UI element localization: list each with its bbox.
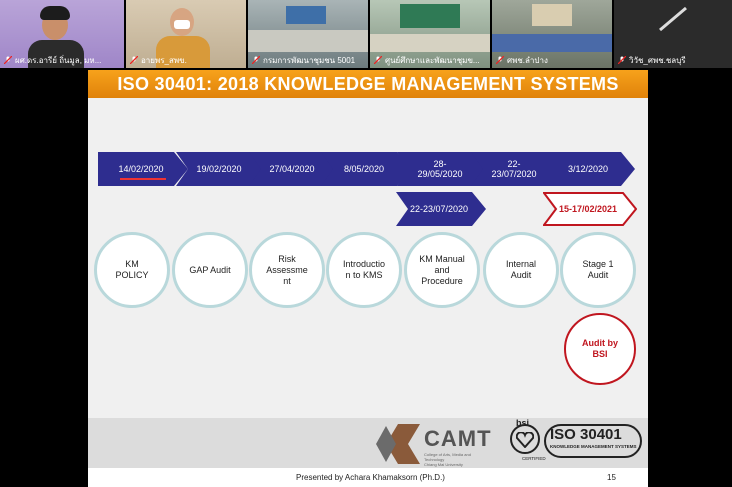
date-label: 28- 29/05/2020: [417, 159, 463, 179]
slide-title: ISO 30401: 2018 KNOWLEDGE MANAGEMENT SYS…: [88, 70, 648, 98]
audit-by-bsi-circle: Audit by BSI: [564, 313, 636, 385]
participant-name: กรมการพัฒนาชุมชน 5001: [263, 55, 356, 65]
participant-name: วิวัช_ศพช.ชลบุรี: [629, 55, 686, 65]
participant-tile-2[interactable]: อายพร_สพข.: [126, 0, 248, 68]
participant-tile-5[interactable]: ศพช.ลำปาง: [492, 0, 614, 68]
mic-muted-icon: [4, 56, 12, 64]
date-label: 22-23/07/2020: [409, 204, 469, 214]
date-chevron-red: 15-17/02/2021: [543, 192, 637, 226]
process-step-3: Risk Assessme nt: [249, 232, 325, 308]
participant-tile-3[interactable]: กรมการพัฒนาชุมชน 5001: [248, 0, 370, 68]
date-label: 19/02/2020: [196, 164, 242, 174]
page-number: 15: [607, 473, 616, 482]
mic-muted-icon: [496, 56, 504, 64]
certified-text: CERTIFIED: [522, 456, 546, 461]
kitemark-heart-icon: [516, 432, 534, 448]
iso-text: ISO 30401: [550, 426, 622, 443]
bsi-text: bsi: [516, 418, 530, 428]
step-label: KM POLICY: [115, 259, 149, 280]
participant-name: อายพร_สพข.: [141, 55, 187, 65]
date-chevron-extra: 22-23/07/2020: [396, 192, 486, 226]
logo-band: CAMT College of Arts, Media and Technolo…: [88, 418, 648, 468]
mic-muted-icon: [130, 56, 138, 64]
step-label: Internal Audit: [505, 259, 537, 280]
iso-subtext: KNOWLEDGE MANAGEMENT SYSTEMS: [550, 444, 637, 449]
process-step-7: Stage 1 Audit: [560, 232, 636, 308]
camt-logo-subtext: College of Arts, Media and Technology Ch…: [424, 452, 471, 467]
process-step-5: KM Manual and Procedure: [404, 232, 480, 308]
date-label: 3/12/2020: [567, 164, 609, 174]
slide-body: 14/02/2020 19/02/2020 27/04/2020 8/05/2020 2…: [88, 98, 648, 418]
date-chevron-1: 14/02/2020: [98, 152, 188, 186]
participant-tile-4[interactable]: ศูนย์ศึกษาและพัฒนาชุมข...: [370, 0, 492, 68]
participant-strip: ผศ.ดร.อารีย์ ถิ่นมูล, มห... อายพร_สพข. ก…: [0, 0, 732, 68]
participant-tile-1[interactable]: ผศ.ดร.อารีย์ ถิ่นมูล, มห...: [0, 0, 126, 68]
process-step-4: Introductio n to KMS: [326, 232, 402, 308]
date-chevron-7: 3/12/2020: [545, 152, 635, 186]
camt-logo-icon: [376, 424, 420, 464]
date-label: 27/04/2020: [269, 164, 315, 174]
step-label: GAP Audit: [189, 264, 231, 275]
participant-tile-6[interactable]: วิวัช_ศพช.ชลบุรี: [614, 0, 732, 68]
process-step-2: GAP Audit: [172, 232, 248, 308]
process-step-6: Internal Audit: [483, 232, 559, 308]
step-label: Introductio n to KMS: [342, 259, 386, 280]
audit-bsi-label: Audit by BSI: [582, 338, 618, 359]
participant-name: ศูนย์ศึกษาและพัฒนาชุมข...: [385, 55, 480, 65]
step-label: Stage 1 Audit: [582, 259, 614, 280]
video-off-icon: [659, 6, 687, 32]
date-underline: [120, 178, 166, 180]
process-step-1: KM POLICY: [94, 232, 170, 308]
date-label: 14/02/2020: [118, 164, 164, 174]
date-label: 8/05/2020: [343, 164, 385, 174]
mic-muted-icon: [618, 56, 626, 64]
date-label: 15-17/02/2021: [558, 204, 618, 214]
participant-name: ศพช.ลำปาง: [507, 55, 548, 65]
shared-slide: ISO 30401: 2018 KNOWLEDGE MANAGEMENT SYS…: [88, 70, 648, 487]
mic-muted-icon: [374, 56, 382, 64]
iso-30401-certified-badge: bsi ISO 30401 KNOWLEDGE MANAGEMENT SYSTE…: [506, 418, 644, 464]
slide-footer: Presented by Achara Khamaksorn (Ph.D.) 1…: [88, 468, 648, 487]
camt-logo-text: CAMT: [424, 426, 492, 451]
presenter-text: Presented by Achara Khamaksorn (Ph.D.): [296, 473, 445, 482]
date-label: 22- 23/07/2020: [491, 159, 537, 179]
participant-name: ผศ.ดร.อารีย์ ถิ่นมูล, มห...: [15, 55, 102, 65]
mic-muted-icon: [252, 56, 260, 64]
step-label: KM Manual and Procedure: [419, 253, 465, 286]
step-label: Risk Assessme nt: [266, 253, 308, 286]
